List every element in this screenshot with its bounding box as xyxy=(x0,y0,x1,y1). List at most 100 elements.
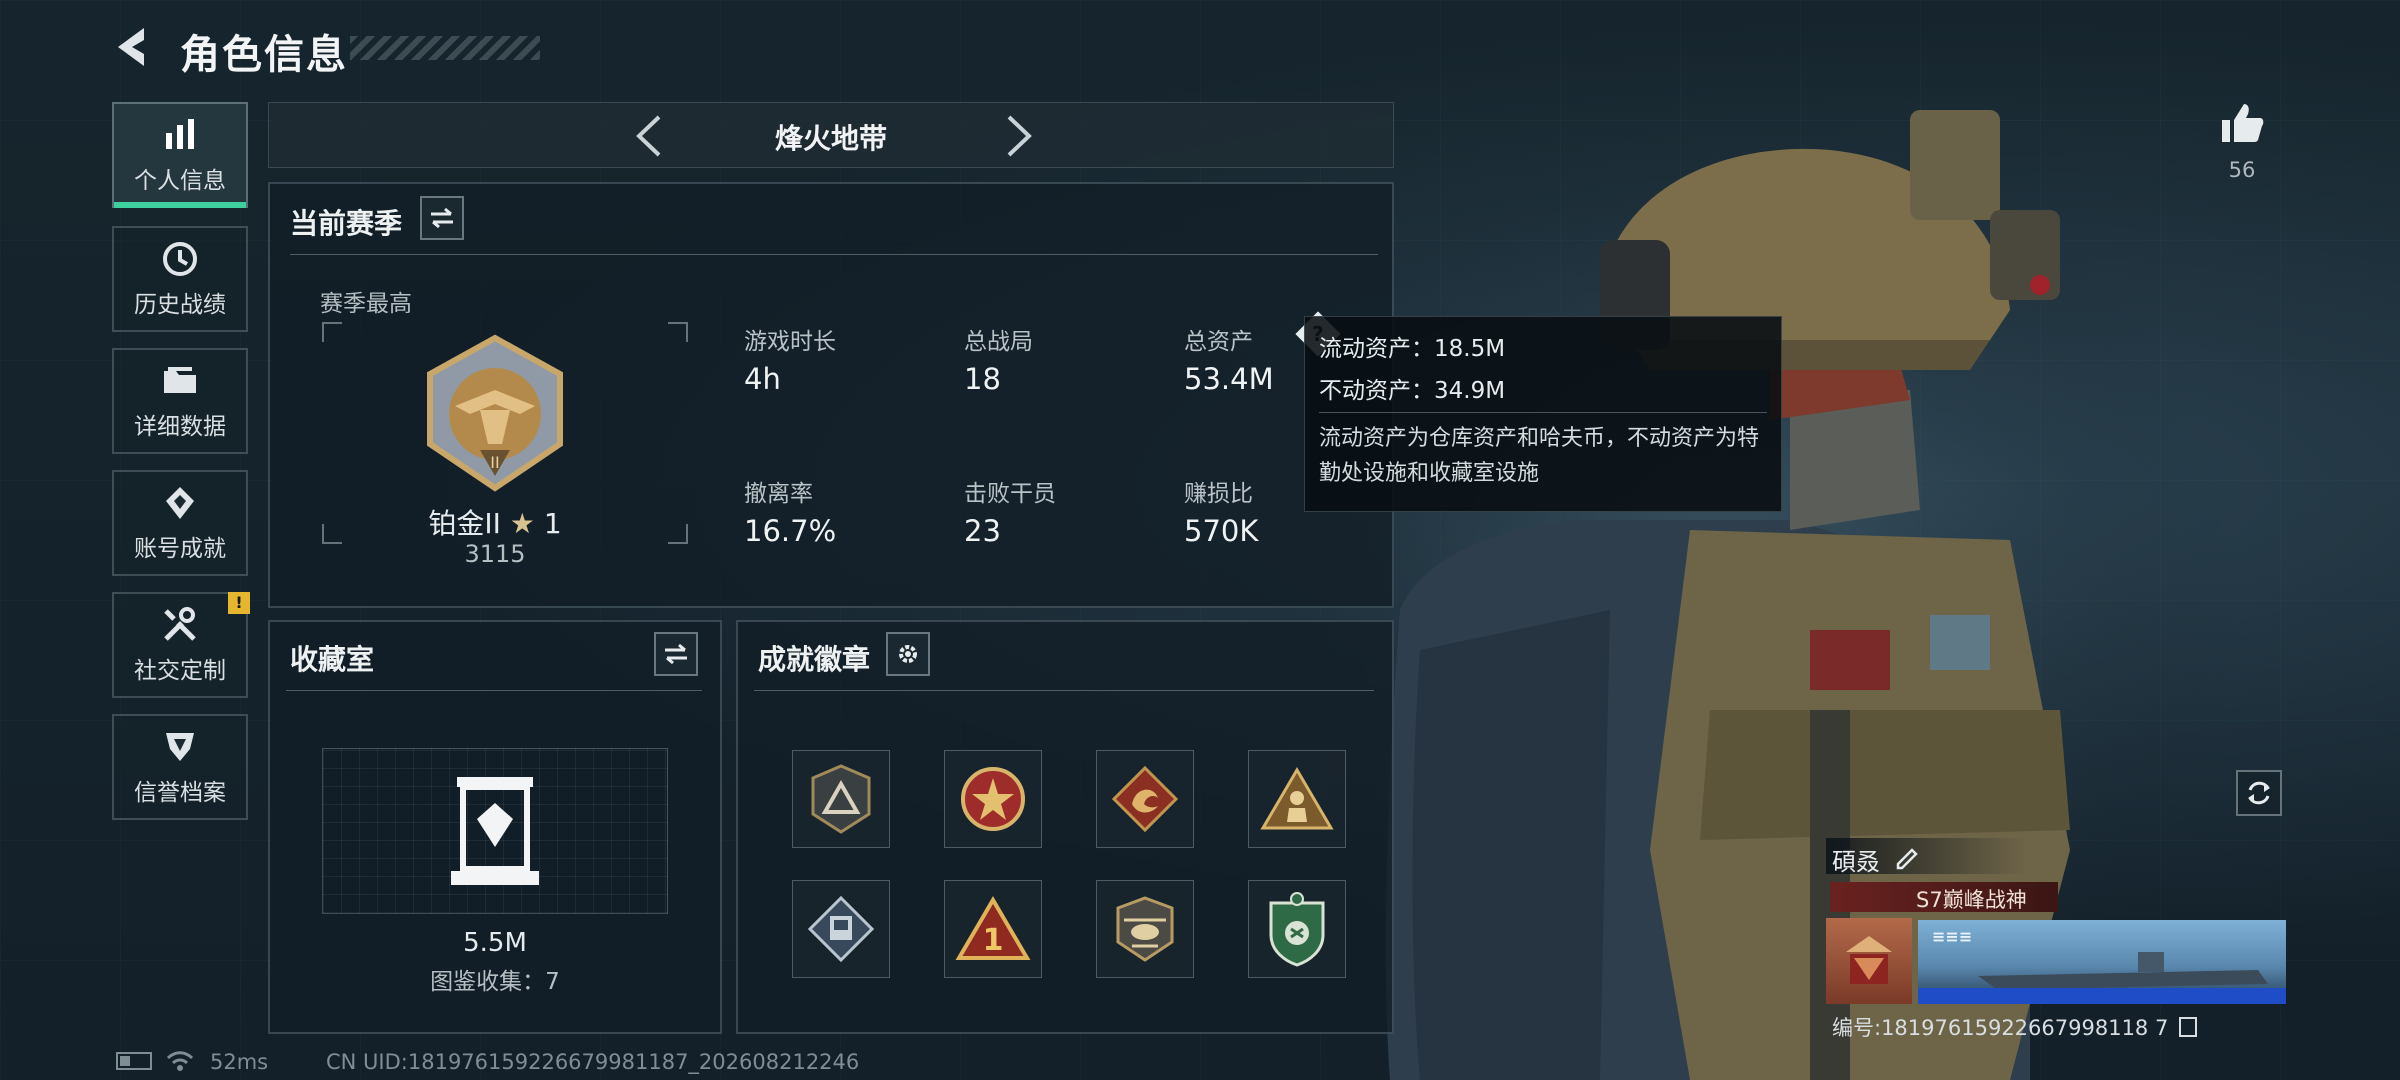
chevron-right-icon[interactable] xyxy=(999,113,1039,159)
refresh-icon xyxy=(2248,781,2270,805)
sidebar-item-label: 详细数据 xyxy=(134,414,226,440)
player-id-text: 编号:18197615922667998118 7 xyxy=(1832,1016,2169,1040)
season-switch-button[interactable] xyxy=(420,196,464,240)
swap-icon xyxy=(665,643,687,665)
thumbs-up-icon[interactable] xyxy=(2218,98,2266,146)
sidebar-item-detailed-data[interactable]: 详细数据 xyxy=(112,348,248,454)
collection-switch-button[interactable] xyxy=(654,632,698,676)
collection-title: 收藏室 xyxy=(290,643,375,676)
platinum-rank-emblem-icon: II xyxy=(427,334,563,492)
swap-icon xyxy=(431,207,453,229)
badge-settings-button[interactable] xyxy=(886,632,930,676)
number-one-badge-icon: 1 xyxy=(955,896,1031,960)
triangle-badge-icon xyxy=(811,764,871,834)
achievement-badges-panel: 成就徽章 1 xyxy=(736,620,1394,1034)
svg-text:II: II xyxy=(490,453,499,472)
sidebar-item-label: 账号成就 xyxy=(134,536,226,562)
achievement-badge[interactable] xyxy=(1248,880,1346,978)
mode-name: 烽火地带 xyxy=(774,122,887,155)
edit-pencil-icon[interactable] xyxy=(1894,844,1920,870)
sidebar-item-history[interactable]: 历史战绩 xyxy=(112,226,248,332)
svg-text:1: 1 xyxy=(983,923,1004,958)
sidebar-item-label: 社交定制 xyxy=(134,658,226,684)
divider xyxy=(286,690,702,691)
tooltip-divider xyxy=(1319,412,1767,413)
rank-line: 铂金II ★ 1 xyxy=(320,502,670,542)
season-panel-title: 当前赛季 xyxy=(290,207,403,240)
player-name: 碩叒 xyxy=(1832,848,1880,876)
current-season-panel: 当前赛季 赛季最高 II 铂金II ★ 1 3115 游戏时长 4h 总战局 1… xyxy=(268,182,1394,608)
sidebar-item-social-custom[interactable]: 社交定制 ! xyxy=(112,592,250,698)
mode-selector: 烽火地带 xyxy=(268,102,1394,168)
history-clock-icon xyxy=(163,242,197,276)
helicopter-badge-icon xyxy=(1116,896,1174,962)
folder-icon xyxy=(164,367,196,393)
achievement-badge[interactable] xyxy=(792,750,890,848)
tools-icon xyxy=(164,607,196,641)
profile-card: 碩叒 S7巅峰战神 ≡≡≡ 编号:18197615922667998118 7 xyxy=(1826,838,2286,1040)
season-best-label: 赛季最高 xyxy=(320,291,412,317)
collection-preview[interactable] xyxy=(322,748,668,914)
achievement-icon xyxy=(166,487,194,519)
divider xyxy=(290,254,1378,255)
collection-count: 图鉴收集：7 xyxy=(430,969,560,995)
frame-corner xyxy=(668,524,688,544)
stat-assets-value: 53.4M xyxy=(1184,362,1274,396)
stat-playtime-label: 游戏时长 xyxy=(744,329,836,355)
uid-text: CN UID:181976159226679981187_20260821224… xyxy=(326,1050,860,1074)
stat-assets-label: 总资产 xyxy=(1184,329,1253,355)
achievement-badge[interactable] xyxy=(1096,750,1194,848)
star-wreath-badge-icon xyxy=(961,767,1025,831)
collection-value: 5.5M xyxy=(463,928,527,958)
green-shield-badge-icon xyxy=(1269,892,1325,967)
achievement-badge[interactable] xyxy=(792,880,890,978)
stat-kills-value: 23 xyxy=(964,514,1001,548)
tooltip-fixed-assets: 不动资产：34.9M xyxy=(1319,378,1506,404)
back-arrow-icon[interactable] xyxy=(110,24,156,70)
achievement-badge[interactable] xyxy=(944,750,1042,848)
alert-badge: ! xyxy=(228,592,250,614)
stat-extract-rate-value: 16.7% xyxy=(744,514,837,548)
svg-text:≡≡≡: ≡≡≡ xyxy=(1932,927,1972,946)
achievements-title: 成就徽章 xyxy=(758,643,871,676)
stat-playtime-value: 4h xyxy=(744,362,781,396)
battery-icon xyxy=(116,1052,152,1070)
avatar[interactable] xyxy=(1826,918,1912,1004)
achievement-badge[interactable] xyxy=(1248,750,1346,848)
title-tag-text: S7巅峰战神 xyxy=(1916,888,2027,912)
rank-stars: 1 xyxy=(543,507,562,540)
divider xyxy=(754,690,1374,691)
aircraft-carrier-art: ≡≡≡ xyxy=(1918,927,2286,1004)
soldier-triangle-badge-icon xyxy=(1260,767,1334,830)
player-id: 编号:18197615922667998118 7 xyxy=(1832,1012,2198,1042)
sidebar-item-reputation[interactable]: 信誉档案 xyxy=(112,714,248,820)
stat-profit-ratio-label: 赚损比 xyxy=(1184,481,1253,507)
rank-points: 3115 xyxy=(464,540,526,568)
sidebar-item-personal-info[interactable]: 个人信息 xyxy=(112,102,248,208)
page-title: 角色信息 xyxy=(180,32,348,78)
sidebar-item-achievements[interactable]: 账号成就 xyxy=(112,470,248,576)
title-tag: S7巅峰战神 xyxy=(1830,882,2058,912)
achievement-badge[interactable] xyxy=(1096,880,1194,978)
bar-chart-icon xyxy=(166,119,194,149)
avatar-emblem-icon xyxy=(1846,936,1892,984)
wifi-icon xyxy=(166,1051,194,1071)
achievement-badge[interactable]: 1 xyxy=(944,880,1042,978)
sidebar-item-label: 个人信息 xyxy=(134,168,226,194)
frame-corner xyxy=(668,322,688,342)
sidebar-item-label: 历史战绩 xyxy=(134,292,226,318)
ping-text: 52ms xyxy=(210,1050,269,1074)
like-count: 56 xyxy=(2228,158,2256,182)
rank-name: 铂金II xyxy=(428,507,501,540)
dragon-badge-icon xyxy=(1111,765,1179,833)
stat-matches-value: 18 xyxy=(964,362,1001,396)
frame-corner xyxy=(322,322,342,342)
display-case-icon xyxy=(451,777,539,885)
collection-panel: 收藏室 5.5M 图鉴收集：7 xyxy=(268,620,722,1034)
tooltip-liquid-assets: 流动资产：18.5M xyxy=(1319,336,1506,362)
tooltip-description: 流动资产为仓库资产和哈夫币，不动资产为特勤处设施和收藏室设施 xyxy=(1319,426,1760,486)
rotate-model-button[interactable] xyxy=(2236,770,2282,816)
name-card-banner[interactable]: ≡≡≡ xyxy=(1918,920,2286,1004)
title-decoration xyxy=(350,36,540,60)
copy-icon[interactable] xyxy=(2179,1017,2198,1037)
